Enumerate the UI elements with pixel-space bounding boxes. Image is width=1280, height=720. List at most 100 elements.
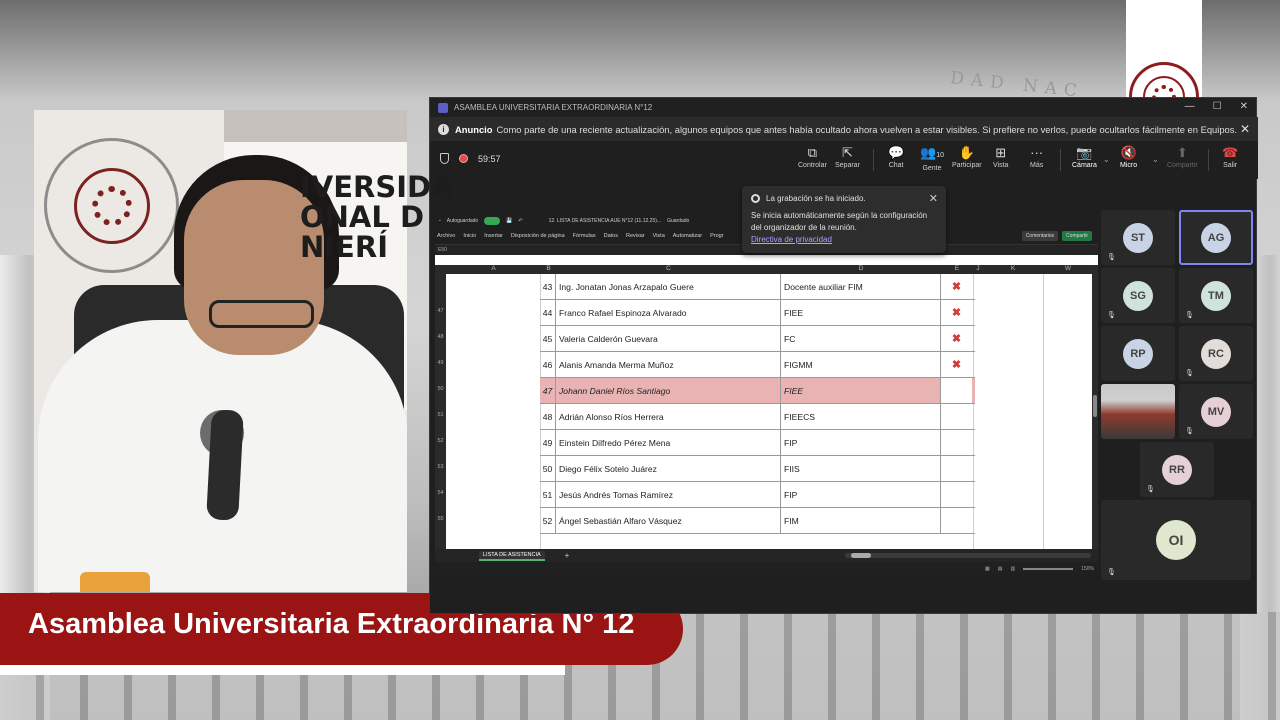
row-header[interactable]: 49 [435, 360, 446, 366]
window-controls: — ☐ ✕ [1185, 101, 1248, 112]
table-row-selected[interactable]: 47 Johann Daniel Ríos Santiago FIEE [540, 378, 975, 404]
participant-video-tile[interactable] [1101, 384, 1175, 439]
mic-off-icon: 🎙 [1146, 486, 1155, 493]
speaker-glasses [209, 300, 314, 328]
vertical-scrollbar[interactable] [1092, 265, 1098, 549]
ribbon-tab[interactable]: Revisar [626, 233, 645, 239]
ribbon-tab[interactable]: Vista [653, 233, 665, 239]
mic-off-icon: 🎙 [1107, 254, 1116, 261]
comments-button[interactable]: Comentarios [1021, 231, 1059, 241]
banner-seal-icon [44, 138, 179, 273]
window-title: ASAMBLEA UNIVERSITARIA EXTRAORDINARIA N°… [454, 103, 653, 112]
chat-button[interactable]: 💬 Chat [888, 146, 904, 169]
participant-tile[interactable]: MV 🎙 [1179, 384, 1253, 439]
table-row[interactable]: 49 Einstein Dilfredo Pérez Mena FIP [540, 430, 975, 456]
absent-mark-icon: ✖ [940, 274, 972, 299]
share-button[interactable]: ⬆ Compartir [1167, 146, 1198, 169]
spreadsheet-grid[interactable]: A B C D E J K W 47 48 49 50 51 52 53 54 … [435, 265, 1098, 549]
mic-button[interactable]: 🔇 Micro [1120, 146, 1137, 169]
autosave-toggle[interactable] [484, 216, 501, 225]
table-row[interactable]: 52 Ángel Sebastián Alfaro Vásquez FIM [540, 508, 975, 534]
add-sheet-icon[interactable]: + [565, 551, 570, 560]
participant-tile[interactable]: ST 🎙 [1101, 210, 1175, 265]
window-titlebar: ASAMBLEA UNIVERSITARIA EXTRAORDINARIA N°… [430, 98, 1256, 117]
ribbon-tab[interactable]: Datos [604, 233, 618, 239]
page-layout-icon[interactable]: ▤ [998, 566, 1003, 572]
record-icon [751, 194, 760, 203]
column-header[interactable]: K [983, 265, 1043, 272]
table-row[interactable]: 46 Alanis Amanda Merma Muñoz FIGMM ✖ [540, 352, 975, 378]
row-header[interactable]: 51 [435, 412, 446, 418]
absent-mark-icon: ✖ [940, 326, 972, 351]
participant-tile[interactable]: RR 🎙 [1140, 442, 1214, 497]
undo-icon[interactable]: ↶ [518, 218, 522, 224]
chevron-down-icon[interactable]: ⌄ [1103, 155, 1110, 164]
hang-up-icon: ☎ [1222, 145, 1239, 160]
table-row[interactable]: 43 Ing. Jonatan Jonas Arzapalo Guere Docen… [540, 274, 975, 300]
ribbon-tab[interactable]: Insertar [484, 233, 503, 239]
ribbon-tab[interactable]: Fórmulas [573, 233, 596, 239]
table-row[interactable]: 51 Jesús Andrés Tomas Ramírez FIP [540, 482, 975, 508]
save-icon[interactable]: 💾 [506, 218, 512, 224]
horizontal-scrollbar[interactable] [845, 553, 1091, 558]
table-row[interactable]: 50 Diego Félix Sotelo Juárez FIIS [540, 456, 975, 482]
zoom-slider[interactable] [1023, 567, 1074, 570]
participant-tile[interactable]: SG 🎙 [1101, 268, 1175, 323]
row-header[interactable]: 55 [435, 516, 446, 522]
control-button[interactable]: ⧉ Controlar [798, 146, 827, 169]
close-icon[interactable]: ✕ [1240, 101, 1248, 112]
row-header[interactable]: 53 [435, 464, 446, 470]
teams-window: ASAMBLEA UNIVERSITARIA EXTRAORDINARIA N°… [429, 97, 1258, 614]
row-header[interactable]: 48 [435, 334, 446, 340]
people-button[interactable]: 👥10 Gente [920, 146, 944, 172]
row-header[interactable]: 50 [435, 386, 446, 392]
leave-button[interactable]: ☎ Salir [1222, 146, 1238, 169]
popup-close-icon[interactable]: ✕ [929, 192, 938, 205]
announcement-close-icon[interactable]: ✕ [1240, 122, 1250, 136]
page-break-icon[interactable]: ▥ [1010, 566, 1015, 572]
participant-tile[interactable]: OI 🎙 [1101, 500, 1251, 580]
participant-tile[interactable]: RP [1101, 326, 1175, 381]
avatar: TM [1201, 280, 1231, 311]
ribbon-tab[interactable]: Automatizar [673, 233, 702, 239]
row-header[interactable]: 54 [435, 490, 446, 496]
more-button[interactable]: ··· Más [1030, 146, 1043, 169]
column-header[interactable]: W [1043, 265, 1093, 272]
table-row[interactable]: 48 Adrián Alonso Ríos Herrera FIEECS [540, 404, 975, 430]
ribbon-tab[interactable]: Progr [710, 233, 723, 239]
column-header[interactable]: D [781, 265, 941, 272]
sheet-tab[interactable]: LISTA DE ASISTENCIA [479, 550, 545, 561]
recording-icon [459, 154, 468, 163]
view-button[interactable]: ⊞ Vista [993, 146, 1008, 169]
column-header[interactable]: B [541, 265, 556, 272]
participant-tile[interactable]: RC 🎙 [1179, 326, 1253, 381]
column-header[interactable]: A [446, 265, 541, 272]
camera-button[interactable]: 📷 Cámara [1072, 146, 1097, 169]
avatar: AG [1201, 222, 1231, 253]
row-header[interactable]: 52 [435, 438, 446, 444]
react-button[interactable]: ✋ Participar [952, 146, 982, 169]
mic-off-icon: 🎙 [1107, 569, 1116, 576]
lower-third-underline [0, 665, 565, 675]
row-header[interactable]: 47 [435, 308, 446, 314]
ribbon-tab[interactable]: Disposición de página [511, 233, 565, 239]
normal-view-icon[interactable]: ▦ [985, 566, 990, 572]
table-row[interactable]: 44 Franco Rafael Espinoza Alvarado FIEE ✖ [540, 300, 975, 326]
table-row[interactable]: 45 Valeria Calderón Guevara FC ✖ [540, 326, 975, 352]
teams-icon [438, 102, 448, 113]
privacy-link[interactable]: Directiva de privacidad [751, 235, 832, 244]
column-header[interactable]: C [556, 265, 781, 272]
maximize-icon[interactable]: ☐ [1213, 101, 1222, 112]
file-name: 12. LISTA DE ASISTENCIA AUE N°12 (11.12.… [548, 217, 662, 224]
banner-text: IVERSIDA ONAL D NIERÍ [300, 170, 454, 264]
pop-out-button[interactable]: ⇱ Separar [835, 146, 860, 169]
column-header[interactable]: E [941, 265, 973, 272]
column-header[interactable]: J [973, 265, 983, 272]
minimize-icon[interactable]: — [1185, 101, 1195, 112]
avatar: RC [1201, 338, 1231, 369]
ribbon-tab[interactable]: Inicio [463, 233, 476, 239]
participant-tile-speaking[interactable]: AG [1179, 210, 1253, 265]
chevron-down-icon[interactable]: ⌄ [1152, 155, 1159, 164]
excel-share-button[interactable]: Compartir [1062, 231, 1092, 241]
participant-tile[interactable]: TM 🎙 [1179, 268, 1253, 323]
